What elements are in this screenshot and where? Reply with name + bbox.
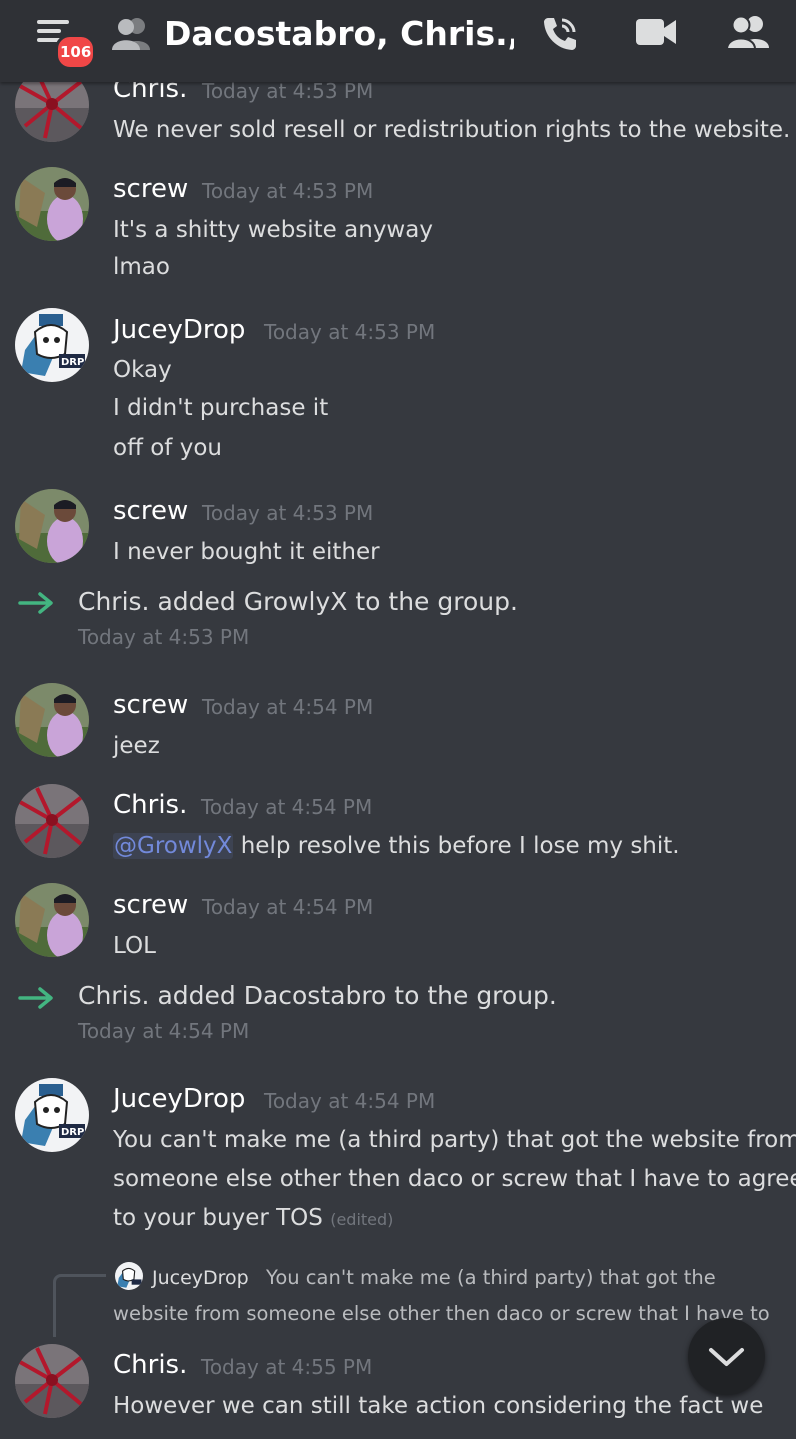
message-author[interactable]: screw bbox=[113, 888, 188, 922]
message-timestamp: Today at 4:54 PM bbox=[264, 1089, 436, 1113]
system-message-timestamp: Today at 4:54 PM bbox=[78, 1019, 250, 1043]
message-author[interactable]: screw bbox=[113, 494, 188, 528]
jump-to-latest-button[interactable] bbox=[688, 1318, 765, 1395]
chat-header: 106 Dacostabro, Chris.,... bbox=[0, 0, 796, 82]
screw-avatar[interactable] bbox=[15, 683, 89, 757]
chris-avatar[interactable] bbox=[15, 784, 89, 858]
edited-label: (edited) bbox=[330, 1210, 394, 1229]
group-people-icon bbox=[112, 16, 154, 54]
system-message-timestamp: Today at 4:53 PM bbox=[78, 625, 250, 649]
voice-call-icon[interactable] bbox=[540, 14, 582, 58]
conversation-title[interactable]: Dacostabro, Chris.,... bbox=[164, 12, 514, 56]
juceydrop-avatar[interactable]: DRP bbox=[15, 308, 89, 382]
message-timestamp: Today at 4:53 PM bbox=[202, 501, 374, 525]
message-author[interactable]: Chris. bbox=[113, 788, 187, 822]
message-text: However we can still take action conside… bbox=[113, 1393, 764, 1419]
message-timestamp: Today at 4:55 PM bbox=[201, 1355, 373, 1379]
message-text: lmao bbox=[113, 254, 170, 280]
reply-preview-text[interactable]: You can't make me (a third party) that g… bbox=[266, 1260, 716, 1296]
message-text: to your buyer TOS (edited) bbox=[113, 1203, 393, 1235]
message-text: @GrowlyX help resolve this before I lose… bbox=[113, 831, 680, 861]
screw-avatar[interactable] bbox=[15, 883, 89, 957]
message-timestamp: Today at 4:54 PM bbox=[202, 695, 374, 719]
message-text: You can't make me (a third party) that g… bbox=[113, 1127, 796, 1153]
message-text: off of you bbox=[113, 435, 222, 461]
reply-preview-text[interactable]: website from someone else other then dac… bbox=[113, 1296, 770, 1332]
reply-author[interactable]: JuceyDrop bbox=[152, 1264, 249, 1292]
message-timestamp: Today at 4:53 PM bbox=[202, 179, 374, 203]
reply-connector bbox=[53, 1274, 106, 1337]
message-author[interactable]: screw bbox=[113, 688, 188, 722]
chris-avatar[interactable] bbox=[15, 1344, 89, 1418]
screw-avatar[interactable] bbox=[15, 167, 89, 241]
svg-text:DRP: DRP bbox=[61, 1127, 84, 1138]
message-text: We never sold resell or redistribution r… bbox=[113, 117, 791, 143]
join-arrow-icon bbox=[18, 986, 56, 1014]
message-timestamp: Today at 4:54 PM bbox=[202, 895, 374, 919]
message-text-line: to your buyer TOS bbox=[113, 1205, 323, 1231]
message-timestamp: Today at 4:54 PM bbox=[201, 795, 373, 819]
system-message-text: Chris. added GrowlyX to the group. bbox=[78, 587, 518, 616]
juceydrop-avatar[interactable]: DRP bbox=[15, 1078, 89, 1152]
svg-text:DRP: DRP bbox=[61, 357, 84, 368]
join-arrow-icon bbox=[18, 591, 56, 619]
message-author[interactable]: JuceyDrop bbox=[113, 1082, 245, 1116]
reply-avatar bbox=[115, 1262, 143, 1290]
message-text-rest: help resolve this before I lose my shit. bbox=[233, 833, 680, 859]
message-author[interactable]: screw bbox=[113, 172, 188, 206]
video-call-icon[interactable] bbox=[634, 16, 678, 52]
unread-badge: 106 bbox=[55, 34, 97, 70]
system-message-text: Chris. added Dacostabro to the group. bbox=[78, 981, 557, 1010]
message-text: Okay bbox=[113, 357, 172, 383]
chevron-down-icon bbox=[709, 1348, 744, 1366]
message-text: jeez bbox=[113, 733, 160, 759]
message-feed[interactable]: Chris. Today at 4:53 PM We never sold re… bbox=[0, 0, 796, 1439]
message-text: LOL bbox=[113, 933, 156, 959]
menu-button[interactable]: 106 bbox=[30, 14, 97, 70]
message-author[interactable]: Chris. bbox=[113, 1348, 187, 1382]
message-text: someone else other then daco or screw th… bbox=[113, 1166, 796, 1192]
message-text: I never bought it either bbox=[113, 539, 380, 565]
message-text: I didn't purchase it bbox=[113, 395, 329, 421]
message-timestamp: Today at 4:53 PM bbox=[264, 320, 436, 344]
user-mention[interactable]: @GrowlyX bbox=[113, 833, 234, 859]
message-text: It's a shitty website anyway bbox=[113, 217, 433, 243]
message-author[interactable]: JuceyDrop bbox=[113, 313, 245, 347]
screw-avatar[interactable] bbox=[15, 489, 89, 563]
members-icon[interactable] bbox=[725, 14, 770, 54]
